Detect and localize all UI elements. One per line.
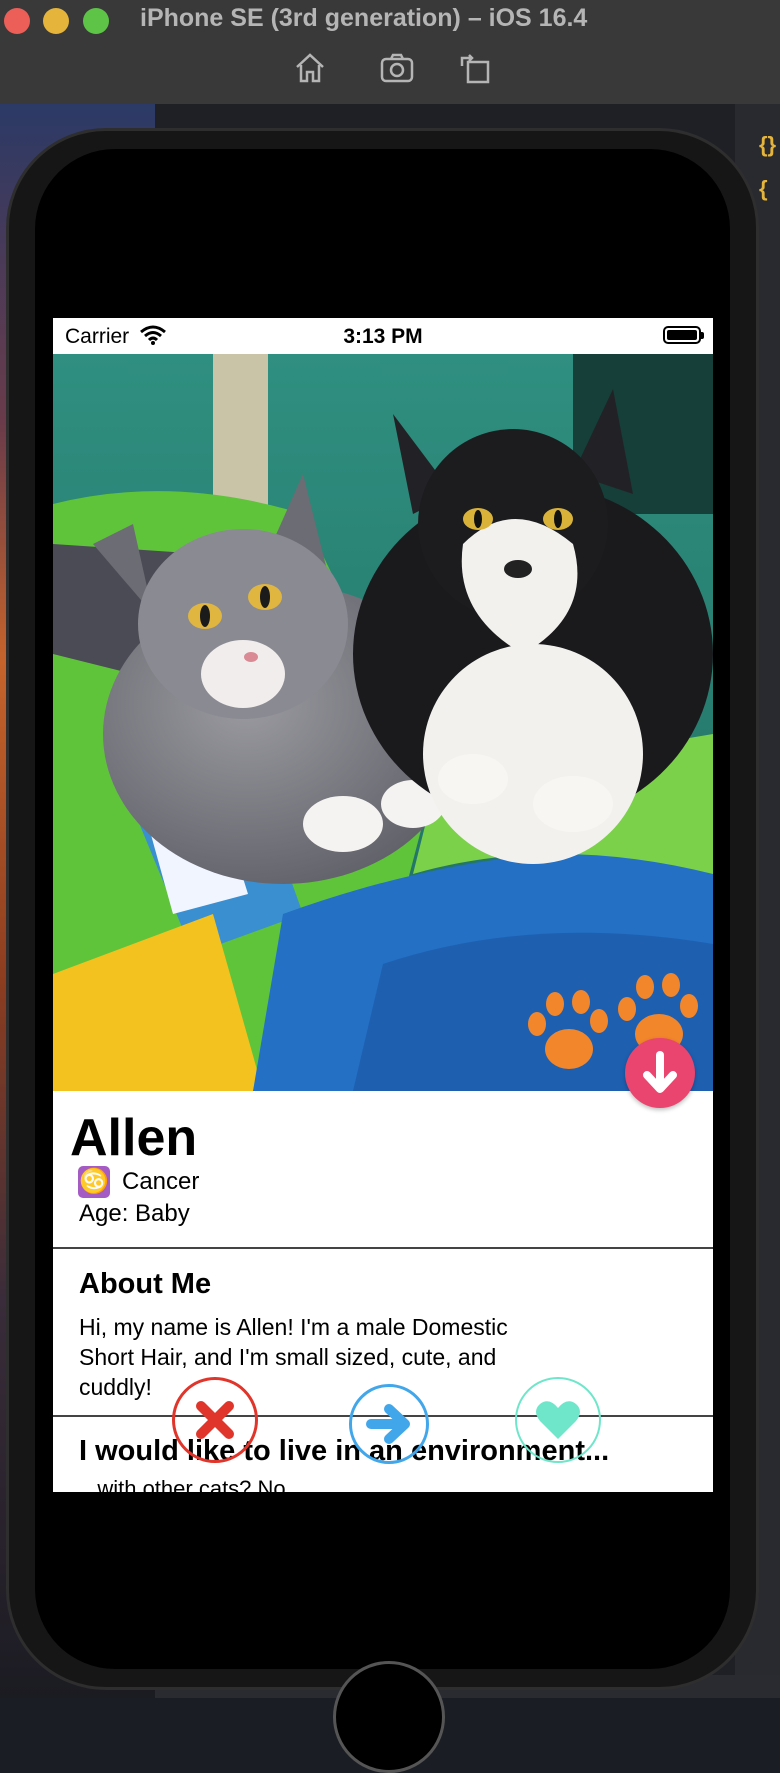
status-bar: Carrier 3:13 PM [53,318,713,354]
window-title: iPhone SE (3rd generation) – iOS 16.4 [140,4,588,32]
battery-icon [663,326,704,344]
environment-other-cats: ...with other cats? No [79,1476,286,1492]
about-heading: About Me [79,1268,212,1300]
arrow-down-icon [643,1051,677,1093]
brace-icon: { [759,176,768,201]
section-divider [53,1247,713,1249]
zodiac-cancer-icon: ♋ [78,1166,110,1198]
simulator-titlebar: iPhone SE (3rd generation) – iOS 16.4 [0,0,780,105]
pet-name: Allen [70,1109,198,1167]
next-button[interactable] [349,1384,429,1464]
heart-icon [536,1401,580,1439]
brace-icon: {} [759,132,777,157]
close-window-button[interactable] [4,8,30,34]
x-icon [196,1401,234,1439]
pet-photo[interactable] [53,354,713,1091]
home-icon[interactable] [292,50,328,86]
expand-profile-button[interactable] [625,1038,695,1108]
screenshot-icon[interactable] [379,50,415,86]
rotate-icon[interactable] [458,50,494,86]
dislike-button[interactable] [172,1377,258,1463]
status-time: 3:13 PM [343,325,423,348]
like-button[interactable] [515,1377,601,1463]
zodiac-label: Cancer [122,1168,200,1195]
home-button[interactable] [333,1661,445,1773]
zoom-window-button[interactable] [83,8,109,34]
minimize-window-button[interactable] [43,8,69,34]
arrow-right-icon [366,1404,410,1444]
about-body: Hi, my name is Allen! I'm a male Domesti… [79,1314,508,1400]
app-screen: Carrier 3:13 PM Allen ♋ Cancer Age: Baby… [53,318,713,1492]
age-label: Age: Baby [79,1200,190,1227]
